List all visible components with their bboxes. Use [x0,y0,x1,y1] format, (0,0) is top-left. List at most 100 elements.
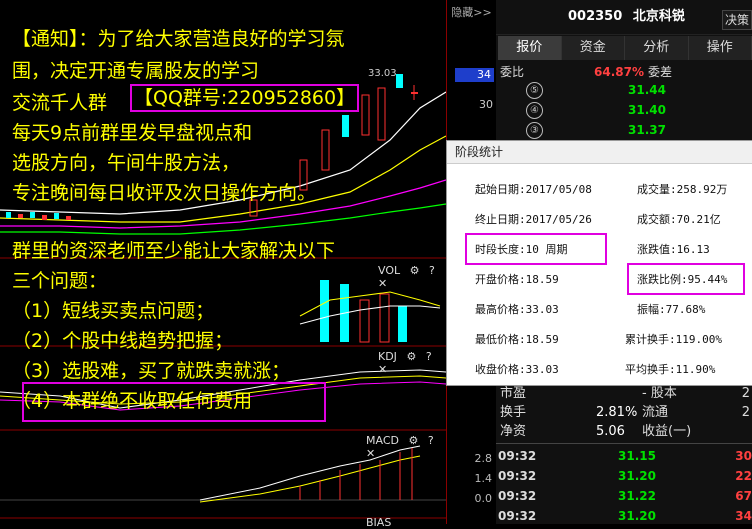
trade-row: 09:32 31.15 30 [496,446,752,466]
vol-panel-tools: VOL ⚙ ? ✕ [372,264,446,290]
notice-line-5: 选股方向，午间牛股方法， [12,148,240,175]
stat-close-price: 收盘价格:33.03 [475,361,559,377]
info-label-right: 流通 [642,403,668,422]
notice-line-8: 三个问题： [12,266,107,293]
info-label-right: - 股本 [642,384,677,403]
kdj-label: KDJ [378,350,397,363]
info-label: 市盈 [500,384,526,403]
stat-amplitude: 振幅:77.68% [637,301,705,317]
trade-row: 09:32 31.20 22 [496,466,752,486]
divider [496,443,752,444]
trade-time: 09:32 [498,506,536,526]
kdj-panel-tools: KDJ ⚙ ? ✕ [372,350,446,376]
lower-tick-1: 2.8 [475,452,493,465]
decide-button[interactable]: 决策 [722,10,752,30]
info-label: 换手 [500,403,526,422]
notice-line-3: 交流千人群 [12,88,107,115]
weibi-row: 委比 64.87% 委差 [496,62,752,82]
stock-header: 002350 北京科锐 [496,0,752,35]
sell-index: ⑤ [526,82,543,99]
high-price-label: 33.03 [368,68,397,79]
close-icon[interactable]: ✕ [378,363,387,376]
help-icon[interactable]: ? [428,434,434,447]
info-value: 5.06 [596,422,625,441]
macd-panel-tools: MACD ⚙ ? ✕ [360,434,446,460]
vol-label: VOL [378,264,400,277]
notice-line-4: 每天9点前群里发早盘视点和 [12,118,252,145]
sell-price: 31.44 [628,80,666,100]
notice-line-9: （1）短线买卖点问题； [12,296,214,323]
gear-icon[interactable]: ⚙ [408,434,418,447]
trade-volume: 34 [735,506,752,526]
stat-volume: 成交量:258.92万 [637,181,727,197]
trade-price: 31.22 [618,486,656,506]
stat-amount: 成交额:70.21亿 [637,211,721,227]
weibi-label: 委比 [500,62,524,82]
stat-change-value: 涨跌值:16.13 [637,241,710,257]
trade-time: 09:32 [498,466,536,486]
price-box-34: 34 [455,68,494,82]
close-icon[interactable]: ✕ [378,277,387,290]
sell-price: 31.37 [628,120,666,140]
trade-price: 31.20 [618,506,656,526]
stock-name: 北京科锐 [633,9,685,24]
info-value-right: 2 [742,384,750,403]
info-row: 市盈 - 股本 2 [496,384,752,403]
info-value: 2.81% [596,403,637,422]
sell-row: ③ 31.37 [496,120,752,140]
help-icon[interactable]: ? [429,264,435,277]
stat-avg-turnover: 平均换手:11.90% [625,361,715,377]
tab-analysis[interactable]: 分析 [625,36,689,60]
stat-high-price: 最高价格:33.03 [475,301,559,317]
notice-line-2: 围，决定开通专属股友的学习 [12,56,259,83]
trade-volume: 30 [735,446,752,466]
stat-cum-turnover: 累计换手:119.00% [625,331,722,347]
notice-line-11: （3）选股难，买了就跌卖就涨； [12,356,290,383]
gear-icon[interactable]: ⚙ [406,350,416,363]
help-icon[interactable]: ? [426,350,432,363]
highlight-box-ratio [627,263,745,295]
tab-funds[interactable]: 资金 [562,36,626,60]
trade-volume: 67 [735,486,752,506]
weicha-label: 委差 [648,62,672,82]
weibi-value: 64.87% [594,62,644,82]
trade-volume: 22 [735,466,752,486]
notice-line-10: （2）个股中线趋势把握； [12,326,233,353]
notice-line-1: 【通知】：为了给大家营造良好的学习氛 [12,24,345,51]
info-row: 换手 2.81% 流通 2 [496,403,752,422]
macd-label: MACD [366,434,399,447]
sell-index: ③ [526,122,543,139]
info-row: 净资 5.06 收益(一) [496,422,752,441]
sell-price: 31.40 [628,100,666,120]
stat-start-date: 起始日期:2017/05/08 [475,181,592,197]
sell-row: ④ 31.40 [496,100,752,120]
trade-time: 09:32 [498,486,536,506]
stat-end-date: 终止日期:2017/05/26 [475,211,592,227]
kline-chart-area[interactable]: VOL ⚙ ? ✕ KDJ ⚙ ? ✕ MACD ⚙ ? ✕ BIAS 33.0… [0,0,446,524]
tab-operation[interactable]: 操作 [689,36,752,60]
hide-toggle[interactable]: 隐藏>> [447,4,496,20]
trade-price: 31.15 [618,446,656,466]
notice-line-6: 专注晚间每日收评及次日操作方向。 [12,178,316,205]
dialog-title: 阶段统计 [447,141,752,164]
tab-quote[interactable]: 报价 [498,36,562,60]
info-label-right: 收益(一) [642,422,691,441]
lower-tick-3: 0.0 [475,492,493,505]
info-label: 净资 [500,422,526,441]
trade-row: 09:32 31.22 67 [496,486,752,506]
trade-price: 31.20 [618,466,656,486]
lower-tick-2: 1.4 [475,472,493,485]
info-value-right: 2 [742,403,750,422]
notice-line-7: 群里的资深老师至少能让大家解决以下 [12,236,335,263]
gear-icon[interactable]: ⚙ [410,264,420,277]
stage-statistics-dialog[interactable]: 阶段统计 起始日期:2017/05/08 成交量:258.92万 终止日期:20… [446,140,752,386]
trade-time: 09:32 [498,446,536,466]
bias-label: BIAS [366,516,391,529]
highlight-box-period [465,233,607,265]
price-tick-30: 30 [457,98,493,111]
close-icon[interactable]: ✕ [366,447,375,460]
highlight-box-free [22,382,326,422]
qq-group-number[interactable]: 【QQ群号:220952860】 [130,84,359,112]
quote-tabs: 报价 资金 分析 操作 [498,36,752,60]
stat-low-price: 最低价格:18.59 [475,331,559,347]
